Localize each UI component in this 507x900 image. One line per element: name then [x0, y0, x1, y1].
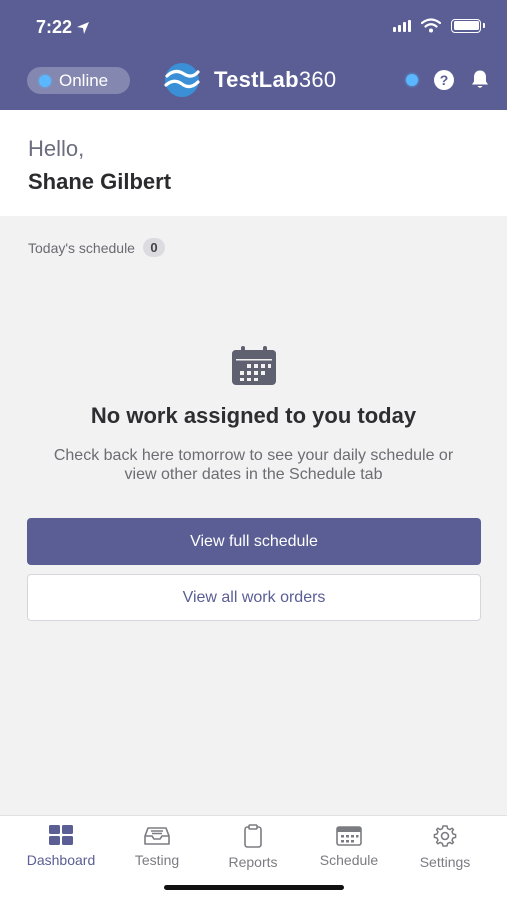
tab-testing[interactable]: Testing: [109, 824, 205, 868]
tab-settings-label: Settings: [419, 854, 471, 870]
user-name: Shane Gilbert: [28, 169, 172, 194]
brand-name: TestLab360: [214, 67, 337, 92]
header-actions: ?: [406, 69, 490, 90]
app-logo: TestLab360: [162, 62, 336, 98]
greeting-panel: Hello, Shane Gilbert: [0, 110, 507, 216]
cellular-signal-icon: [393, 19, 411, 32]
empty-state-title: No work assigned to you today: [90, 403, 417, 428]
tab-settings[interactable]: Settings: [397, 824, 493, 870]
inbox-tray-icon: [144, 827, 170, 845]
dashboard-icon: [49, 825, 73, 845]
location-arrow-icon: [77, 21, 90, 34]
battery-icon: [451, 18, 485, 33]
app-header: 7:22 Online TestLab360 ?: [0, 0, 507, 110]
testlab-logo-icon: [164, 63, 200, 97]
tab-dashboard[interactable]: Dashboard: [13, 824, 109, 868]
tab-reports-label: Reports: [228, 854, 278, 870]
online-dot-icon: [39, 74, 51, 87]
greeting-hello: Hello,: [28, 136, 85, 161]
schedule-count-badge: 0: [142, 238, 165, 257]
calendar-icon: [336, 826, 362, 846]
empty-state-description: Check back here tomorrow to see your dai…: [53, 447, 454, 483]
clock-text: 7:22: [36, 17, 73, 37]
tab-schedule-label: Schedule: [319, 852, 379, 868]
todays-schedule-label: Today's schedule: [28, 239, 135, 256]
bell-icon[interactable]: [470, 69, 490, 90]
help-icon[interactable]: ?: [434, 69, 454, 90]
status-bar-time: 7:22: [36, 17, 90, 38]
view-full-schedule-button[interactable]: View full schedule: [27, 518, 481, 565]
clipboard-icon: [244, 824, 262, 848]
sync-status-dot-icon[interactable]: [406, 73, 418, 86]
wifi-icon: [421, 18, 441, 33]
tab-schedule[interactable]: Schedule: [301, 824, 397, 868]
tab-reports[interactable]: Reports: [205, 824, 301, 870]
tab-dashboard-label: Dashboard: [26, 852, 96, 868]
connection-status-label: Online: [59, 70, 109, 90]
todays-schedule-header: Today's schedule 0: [28, 238, 165, 257]
connection-status-badge[interactable]: Online: [27, 67, 130, 94]
tab-testing-label: Testing: [134, 852, 180, 868]
status-bar-indicators: [393, 18, 485, 33]
home-indicator: [164, 885, 344, 890]
calendar-icon: [232, 346, 276, 385]
view-all-work-orders-button[interactable]: View all work orders: [27, 574, 481, 621]
gear-icon: [433, 825, 457, 847]
